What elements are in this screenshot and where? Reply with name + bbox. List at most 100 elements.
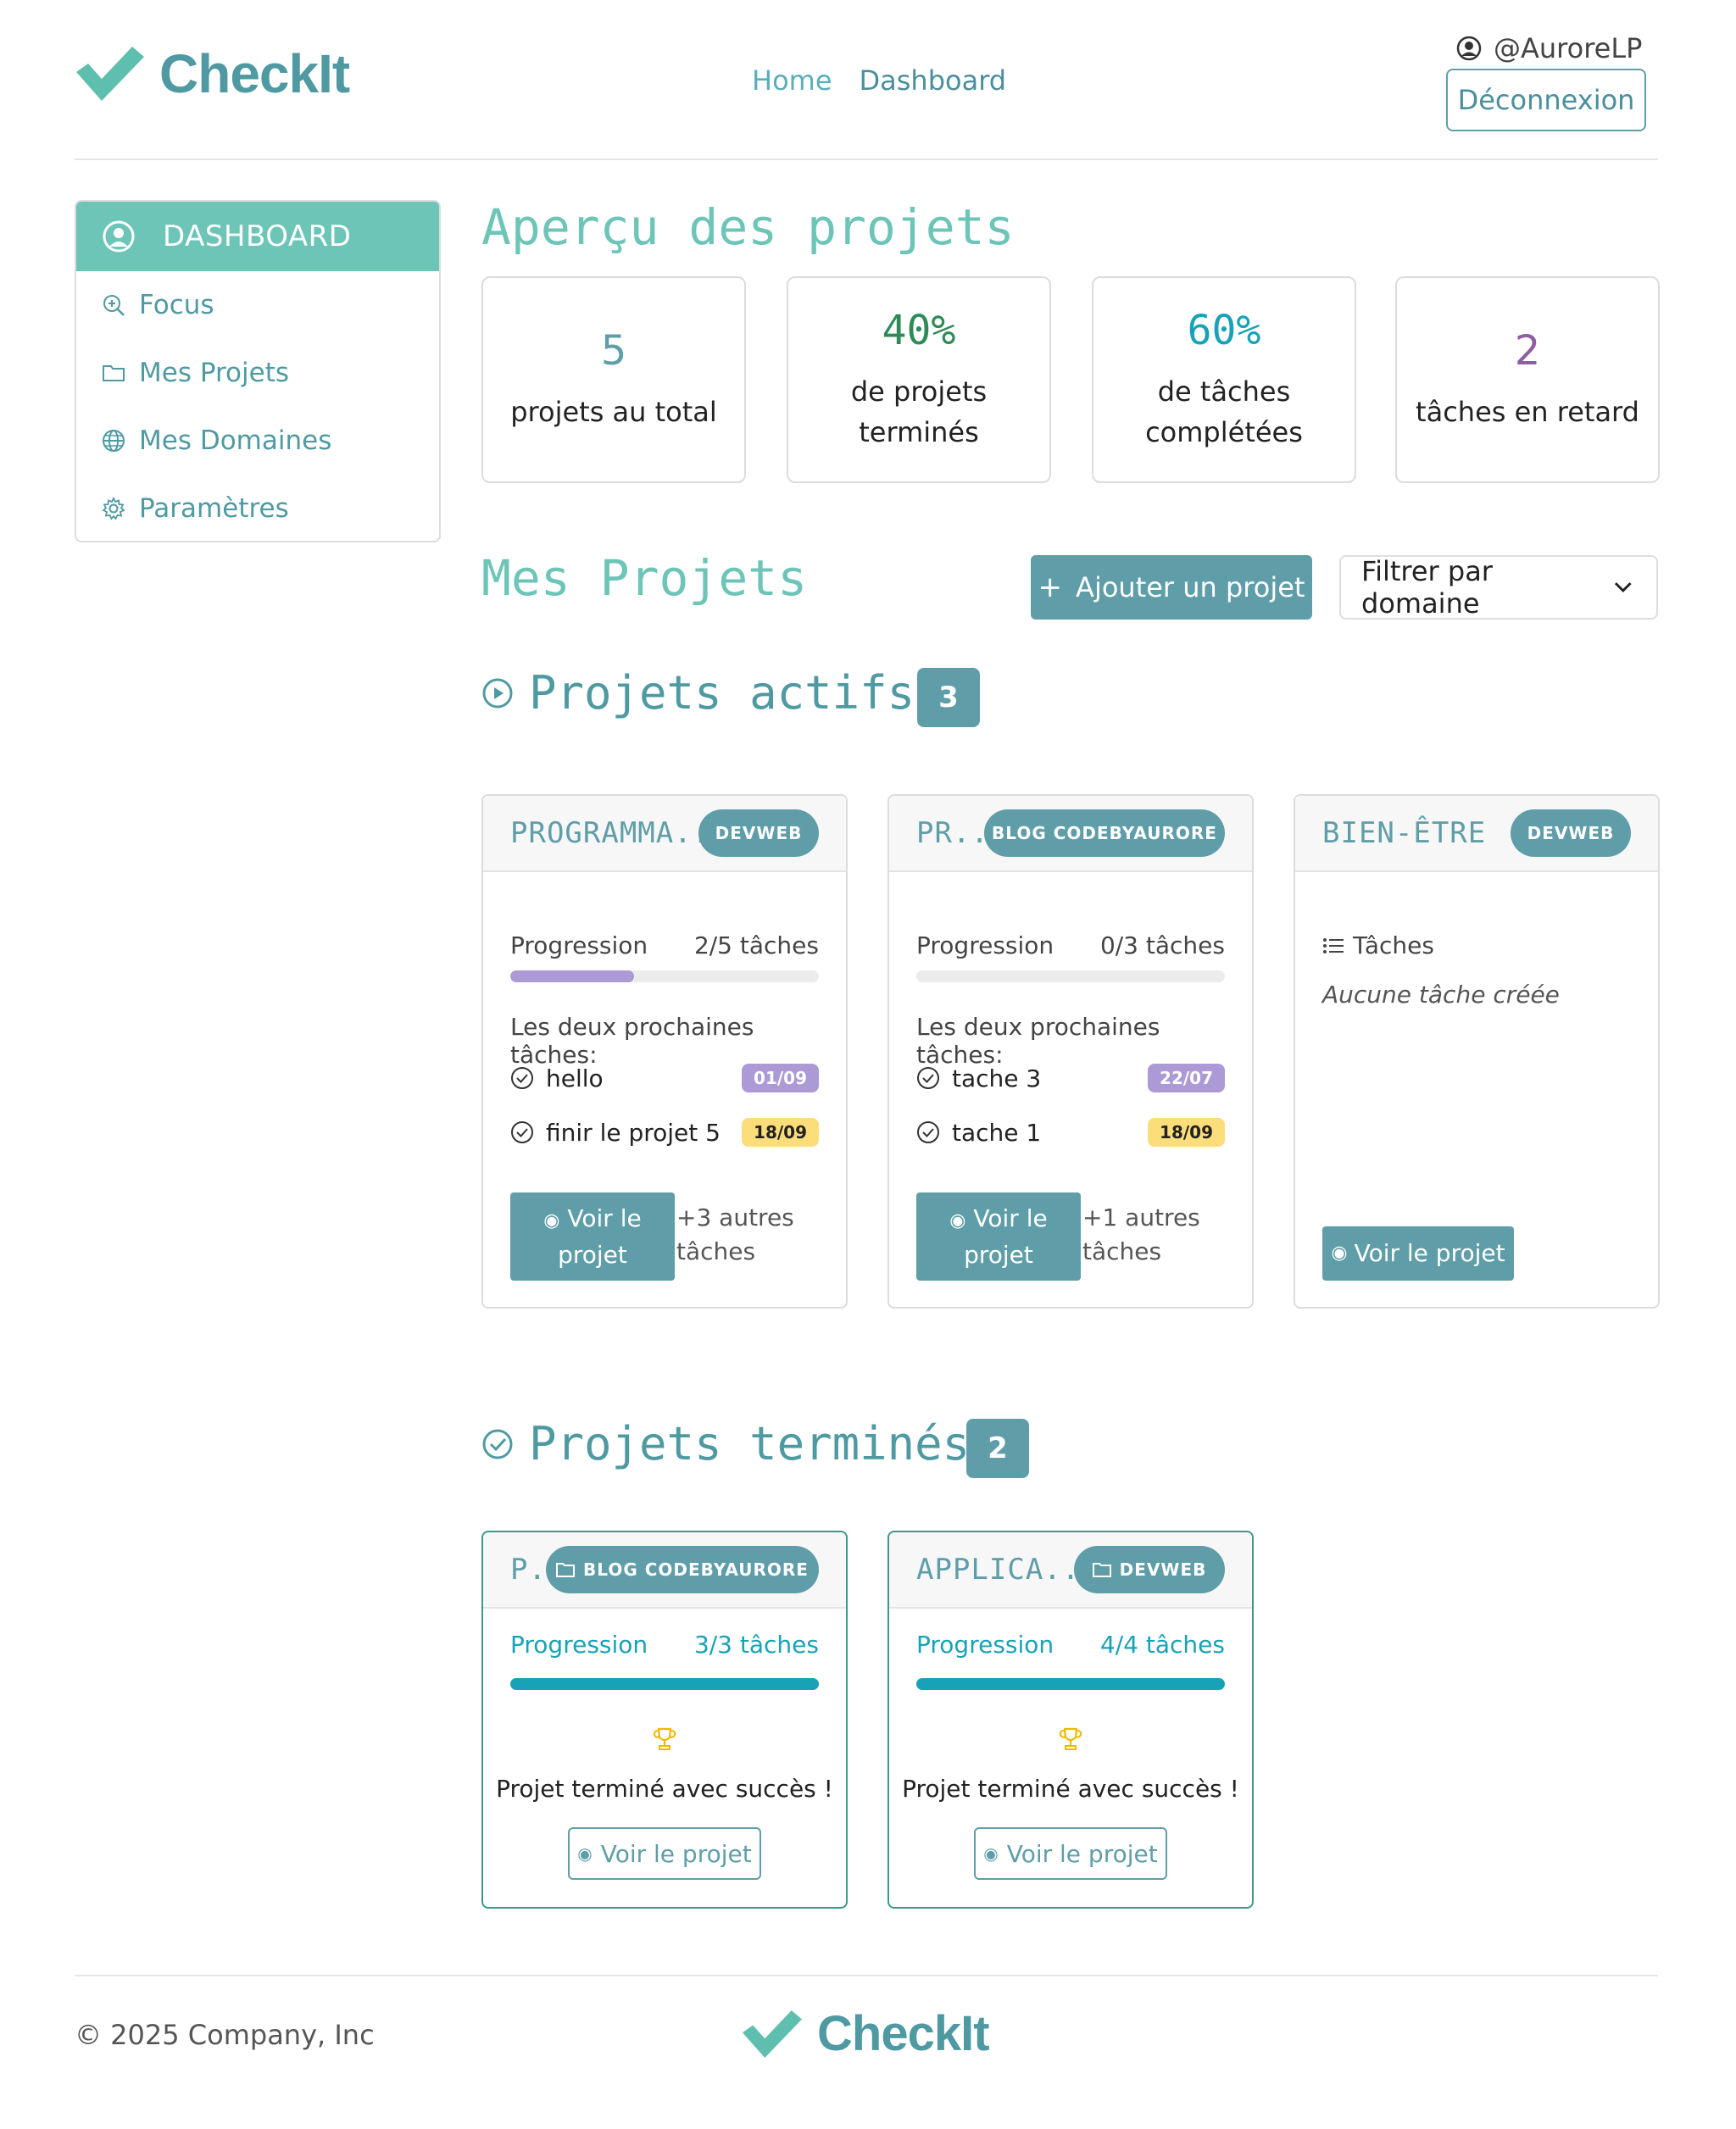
- add-project-button[interactable]: + Ajouter un projet: [1031, 555, 1312, 620]
- sidebar-item-label: Mes Domaines: [139, 425, 332, 456]
- task-row: tache 3 22/07: [916, 1064, 1225, 1092]
- stat-label: terminés: [859, 416, 979, 448]
- due-date-badge: 22/07: [1148, 1064, 1225, 1092]
- view-project-button[interactable]: ◉ Voir le projet: [568, 1827, 761, 1880]
- progress-count: 0/3 tâches: [1099, 931, 1225, 959]
- task-name: finir le projet 5: [546, 1118, 721, 1147]
- sidebar-item-focus[interactable]: Focus: [76, 271, 439, 339]
- stat-value: 2: [1514, 327, 1541, 375]
- sidebar-item-label: Paramètres: [139, 493, 289, 524]
- project-name[interactable]: PROGRAMMA...: [510, 816, 729, 850]
- nav-home-link[interactable]: Home: [752, 64, 832, 97]
- footer-divider: [75, 1975, 1658, 1976]
- more-tasks-line: tâches: [676, 1237, 756, 1265]
- progress-row: Progression 0/3 tâches: [916, 931, 1225, 959]
- progress-fill: [510, 970, 634, 982]
- filter-label: Filtrer par domaine: [1361, 555, 1493, 620]
- active-projects-heading: Projets actifs: [481, 666, 915, 720]
- done-projects-heading: Projets terminés: [481, 1417, 970, 1470]
- play-circle-icon: [482, 678, 513, 708]
- sidebar-item-dashboard[interactable]: DASHBOARD: [76, 202, 439, 271]
- check-circle-icon[interactable]: [916, 1120, 940, 1144]
- domain-badge: BLOG CODEBYAURORE: [546, 1546, 819, 1593]
- view-project-button[interactable]: ◉ Voir le projet: [1322, 1226, 1514, 1281]
- stat-value: 40%: [882, 307, 956, 354]
- list-icon: [1323, 937, 1344, 953]
- view-label: projet: [964, 1240, 1033, 1269]
- user-circle-icon: [1456, 36, 1482, 61]
- checkmark-logo-icon: [76, 47, 144, 101]
- add-project-label: Ajouter un projet: [1076, 571, 1305, 603]
- progress-bar: [510, 1678, 819, 1690]
- project-card: PROGRAMMA... DEVWEB Progression 2/5 tâch…: [481, 794, 848, 1309]
- sidebar-item-label: Mes Projets: [139, 358, 289, 388]
- stat-label: de tâches: [1157, 375, 1291, 408]
- project-card: BIEN-ÊTRE DEVWEB Tâches Aucune tâche cré…: [1294, 794, 1660, 1309]
- check-circle-icon[interactable]: [510, 1066, 534, 1090]
- view-label: Voir le: [567, 1203, 642, 1232]
- success-message: Projet terminé avec succès !: [902, 1775, 1239, 1803]
- logo-text: CheckIt: [159, 43, 350, 104]
- tasks-heading: Tâches: [1322, 931, 1434, 959]
- domain-filter-select[interactable]: Filtrer par domaine: [1339, 555, 1658, 620]
- user-circle-icon: [103, 220, 135, 253]
- progress-label: Progression: [916, 1631, 1054, 1659]
- sidebar-item-label: DASHBOARD: [163, 220, 352, 253]
- stat-value: 60%: [1187, 307, 1261, 354]
- tasks-label: Tâches: [1353, 931, 1434, 959]
- domain-label: BLOG CODEBYAURORE: [583, 1559, 809, 1580]
- done-projects-title: Projets terminés: [529, 1417, 971, 1470]
- stat-label: tâches en retard: [1416, 396, 1639, 428]
- globe-icon: [103, 430, 125, 452]
- progress-label: Progression: [510, 1631, 648, 1659]
- project-name[interactable]: APPLICA...: [916, 1553, 1099, 1587]
- view-project-button[interactable]: ◉ Voir le projet: [510, 1192, 675, 1281]
- domain-badge: DEVWEB: [698, 809, 819, 857]
- task-row: finir le projet 5 18/09: [510, 1118, 819, 1147]
- header-divider: [75, 158, 1658, 160]
- sidebar-item-settings[interactable]: Paramètres: [76, 475, 439, 541]
- footer-logo[interactable]: CheckIt: [743, 2005, 990, 2062]
- zoom-in-icon: [103, 295, 125, 316]
- username: @AuroreLP: [1494, 32, 1643, 64]
- sidebar-item-label: Focus: [139, 290, 214, 320]
- task-name: tache 1: [952, 1118, 1042, 1147]
- card-header: APPLICA... DEVWEB: [889, 1532, 1252, 1609]
- stat-card-total-projects: 5 projets au total: [481, 276, 746, 483]
- more-tasks-line: tâches: [1082, 1237, 1162, 1265]
- due-date-badge: 01/09: [742, 1064, 819, 1092]
- folder-icon: [103, 365, 125, 381]
- logout-button[interactable]: Déconnexion: [1446, 69, 1646, 131]
- stat-card-completed-tasks: 60% de tâches complétées: [1092, 276, 1356, 483]
- folder-icon: [556, 1563, 576, 1577]
- card-header: BIEN-ÊTRE DEVWEB: [1295, 796, 1658, 872]
- sidebar: DASHBOARD Focus Mes Projets Mes Domaines: [75, 200, 441, 542]
- project-name[interactable]: BIEN-ÊTRE: [1322, 816, 1486, 850]
- next-tasks-label: Les deux prochaines tâches:: [916, 1013, 1160, 1069]
- nav-dashboard-link[interactable]: Dashboard: [860, 64, 1007, 97]
- copyright-text: © 2025 Company, Inc: [75, 2019, 375, 2051]
- progress-bar: [916, 1678, 1225, 1690]
- more-tasks-line: +3 autres: [676, 1203, 794, 1231]
- progress-bar: [510, 970, 819, 982]
- stat-card-completed-projects: 40% de projets terminés: [787, 276, 1051, 483]
- eye-icon: ◉: [577, 1843, 593, 1864]
- eye-icon: ◉: [983, 1843, 999, 1864]
- logo[interactable]: CheckIt: [76, 42, 350, 105]
- trophy-icon: [889, 1726, 1252, 1753]
- check-circle-icon[interactable]: [510, 1120, 534, 1144]
- card-header: P... BLOG CODEBYAURORE: [483, 1532, 846, 1609]
- sidebar-item-projects[interactable]: Mes Projets: [76, 339, 439, 407]
- active-count-badge: 3: [917, 668, 980, 727]
- overview-title: Aperçu des projets: [481, 198, 1015, 256]
- more-tasks-text: +1 autres tâches: [1082, 1201, 1200, 1269]
- chevron-down-icon: [1615, 582, 1633, 592]
- check-circle-icon: [482, 1429, 513, 1459]
- view-project-button[interactable]: ◉ Voir le projet: [974, 1827, 1167, 1880]
- view-project-button[interactable]: ◉ Voir le projet: [916, 1192, 1081, 1281]
- check-circle-icon[interactable]: [916, 1066, 940, 1090]
- progress-row: Progression 2/5 tâches: [510, 931, 819, 959]
- view-label: projet: [558, 1240, 627, 1269]
- sidebar-item-domains[interactable]: Mes Domaines: [76, 407, 439, 475]
- more-tasks-line: +1 autres: [1082, 1203, 1200, 1231]
